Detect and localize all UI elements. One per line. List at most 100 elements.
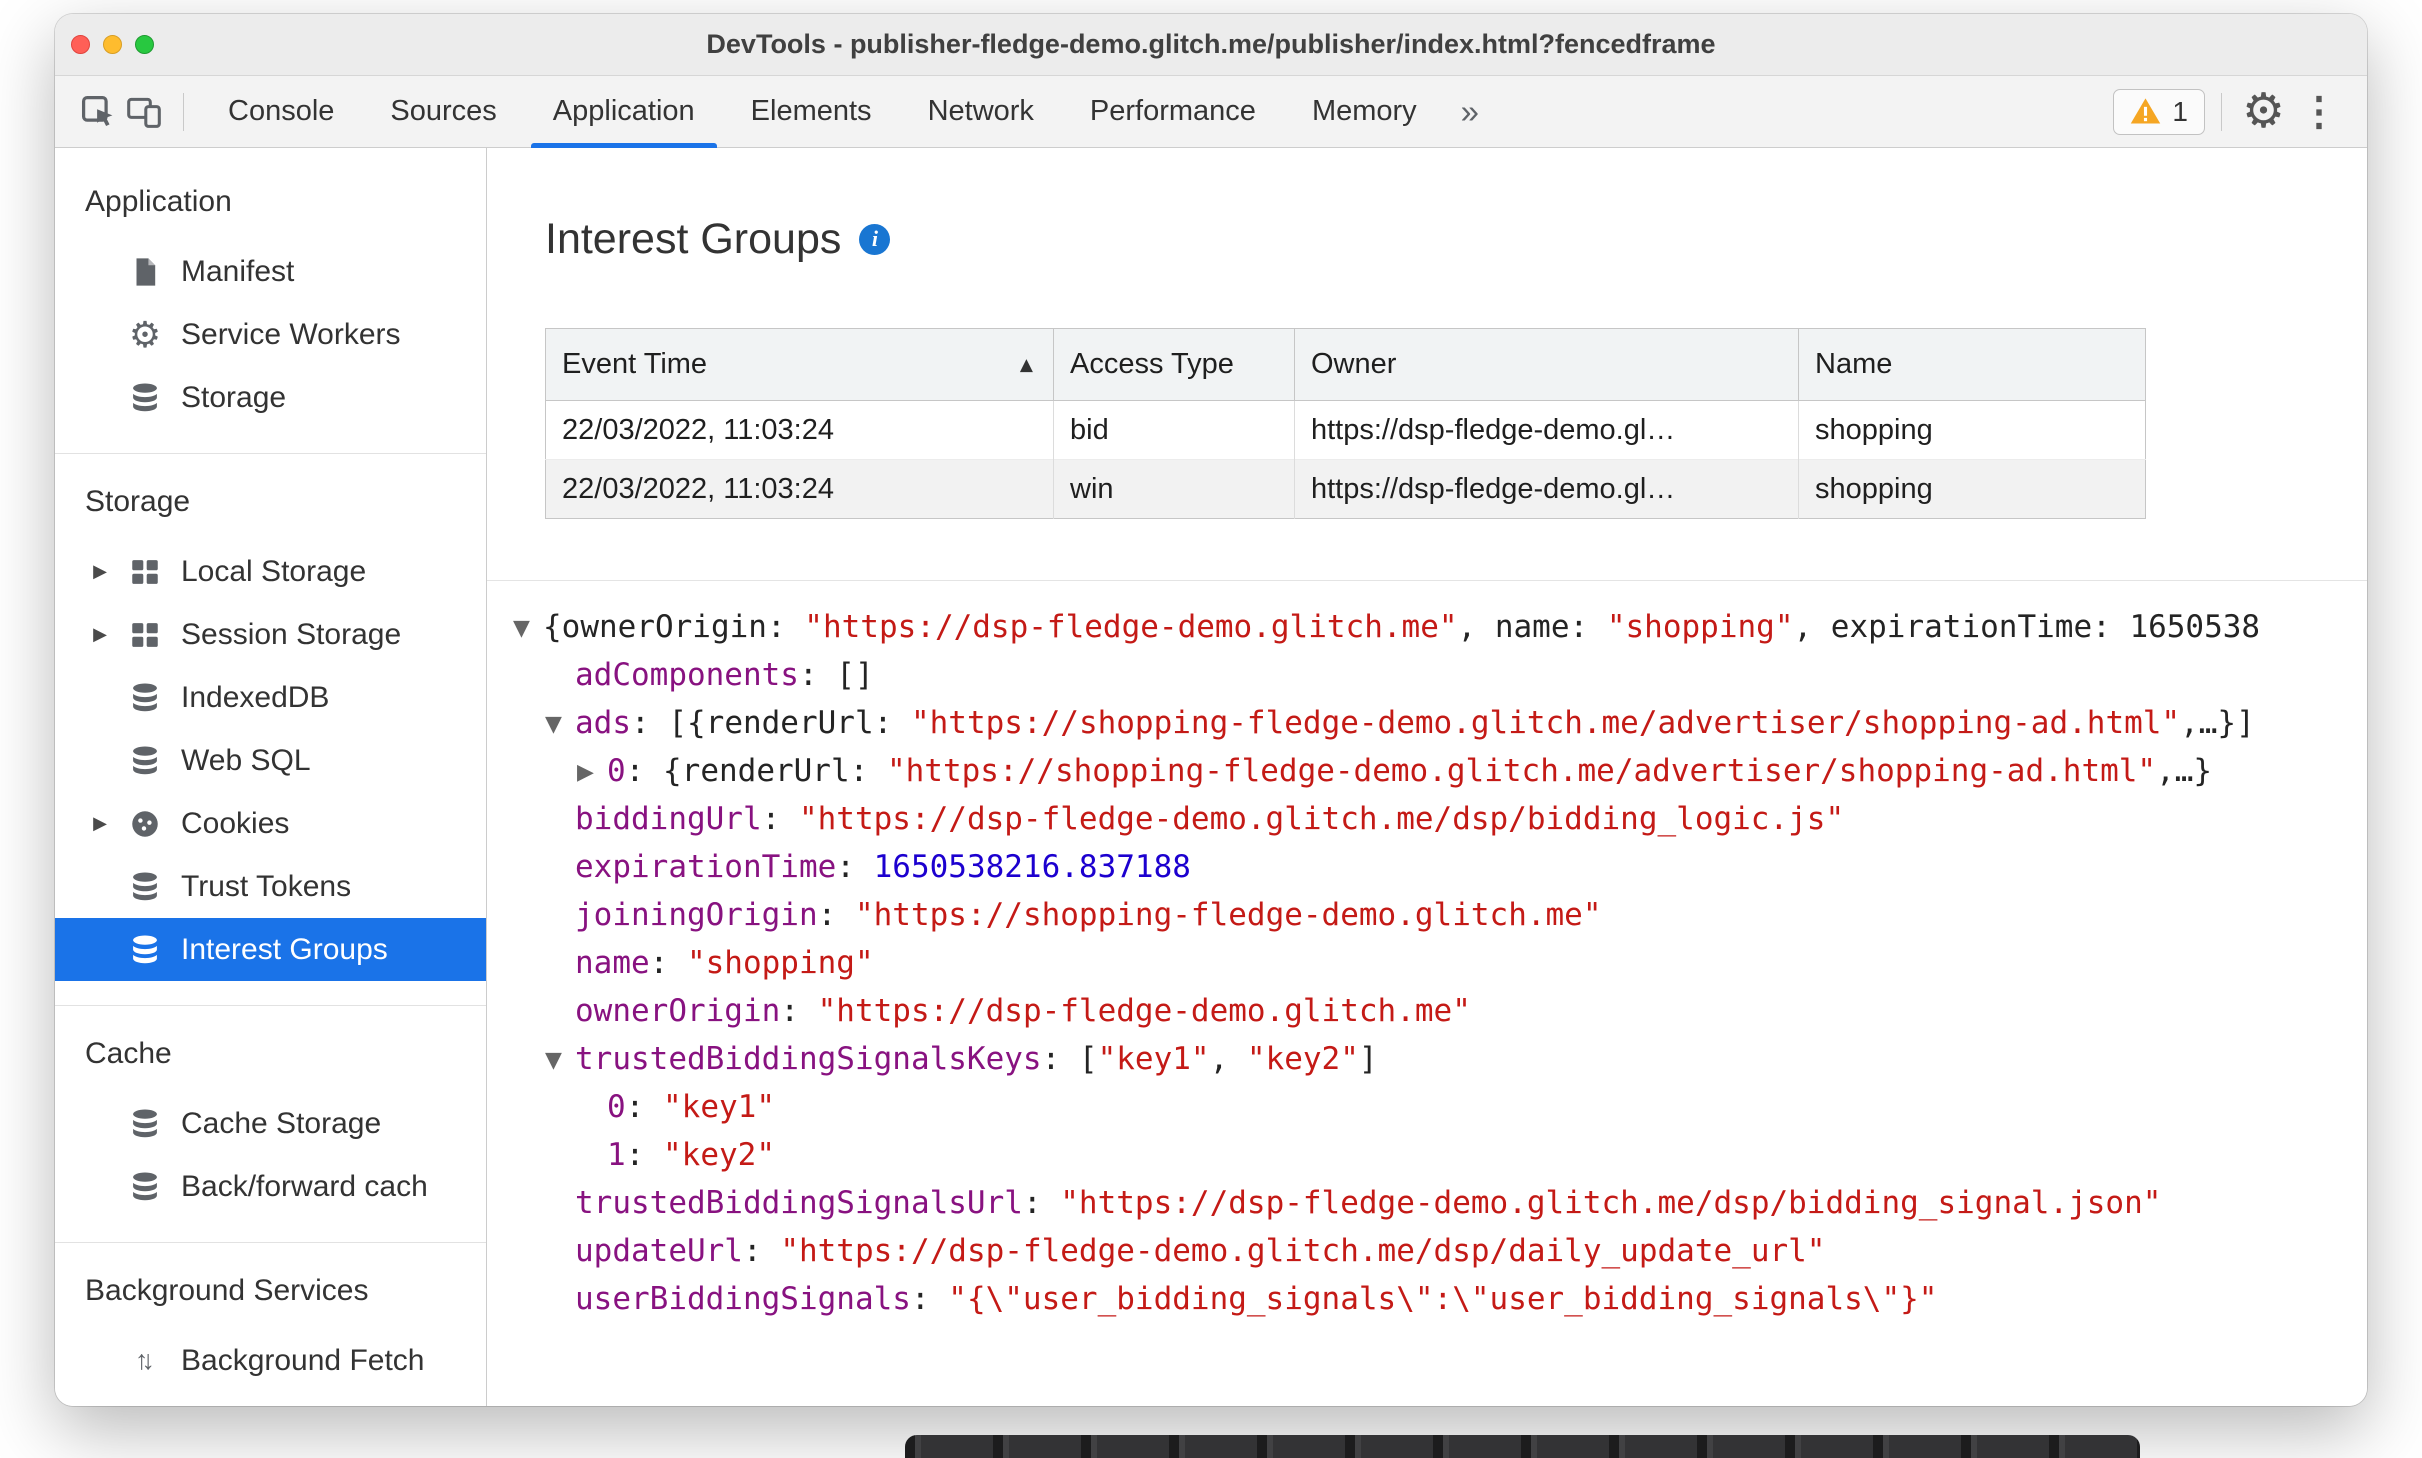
tree-line[interactable]: ▶ 0: {renderUrl: "https://shopping-fledge… [513,747,2367,795]
table-row[interactable]: 22/03/2022, 11:03:24 win https://dsp-fledg… [545,459,2146,519]
expanded-icon[interactable]: ▼ [513,605,543,653]
value-string: "https://shopping-fledge-demo.glitch.me" [854,897,1602,933]
expander-icon[interactable]: ▶ [75,561,125,582]
tab-network[interactable]: Network [900,76,1062,148]
sidebar-item-cookies[interactable]: ▶ Cookies [55,792,486,855]
column-header-label: Name [1815,348,1893,380]
more-options-menu-icon[interactable]: ⋮ [2289,92,2349,132]
sidebar-item-cache-storage[interactable]: Cache Storage [55,1092,486,1155]
value-string: "https://dsp-fledge-demo.glitch.me/dsp/b… [1060,1185,2162,1221]
table-cell: https://dsp-fledge-demo.gl… [1294,459,1799,519]
sidebar-item-manifest[interactable]: Manifest [55,240,486,303]
tree-line[interactable]: trustedBiddingSignalsUrl: "https://dsp-f… [513,1179,2367,1227]
sidebar-item-label: Cookies [181,806,290,840]
tree-line[interactable]: biddingUrl: "https://dsp-fledge-demo.gli… [513,795,2367,843]
sidebar-item-label: Trust Tokens [181,869,352,903]
page-title: Interest Groups i [545,214,2367,264]
sidebar-item-storage[interactable]: Storage [55,366,486,429]
tab-application[interactable]: Application [525,76,723,148]
sidebar-item-indexeddb[interactable]: IndexedDB [55,666,486,729]
table-cell: bid [1053,400,1295,460]
sidebar-item-back-forward-cach[interactable]: Back/forward cach [55,1155,486,1218]
tree-line[interactable]: ▼ ads: [{renderUrl: "https://shopping-fle… [513,699,2367,747]
table-cell: 22/03/2022, 11:03:24 [545,400,1054,460]
value-string: "https://dsp-fledge-demo.glitch.me" [817,993,1471,1029]
traffic-lights [71,14,154,75]
inspect-element-button[interactable] [75,89,121,135]
column-header-name[interactable]: Name [1798,328,2146,401]
section-title: Application [85,185,232,218]
tree-line[interactable]: ▼ trustedBiddingSignalsKeys: ["key1", "ke… [513,1035,2367,1083]
sidebar-item-label: Background Fetch [181,1343,425,1377]
value-plain: , expirationTime: [1793,609,2130,645]
close-button[interactable] [71,35,90,54]
tab-memory[interactable]: Memory [1284,76,1445,148]
sidebar-item-background-fetch[interactable]: ↑↓ Background Fetch [55,1329,486,1392]
expanded-icon[interactable]: ▼ [545,1037,575,1085]
tree-line[interactable]: updateUrl: "https://dsp-fledge-demo.glit… [513,1227,2367,1275]
sidebar-item-local-storage[interactable]: ▶ Local Storage [55,540,486,603]
sidebar-item-label: Service Workers [181,317,401,351]
section-title: Background Services [85,1274,369,1307]
value-key: trustedBiddingSignalsUrl [575,1185,1023,1221]
sidebar-section-background-services: Background Services ↑↓ Background Fetch [55,1242,486,1406]
expander-icon[interactable]: ▶ [75,813,125,834]
window-title: DevTools - publisher-fledge-demo.glitch.… [706,29,1716,59]
column-header-access-type[interactable]: Access Type [1053,328,1295,401]
sidebar-item-web-sql[interactable]: Web SQL [55,729,486,792]
sidebar-item-label: Local Storage [181,554,367,588]
tree-line[interactable]: adComponents: [] [513,651,2367,699]
sidebar-section-cache: Cache Cache Storage Back/forward cach [55,1005,486,1242]
section-title: Storage [85,485,191,518]
issues-count-label: 1 [2172,95,2188,127]
tab-sources[interactable]: Sources [362,76,524,148]
tree-line[interactable]: 1: "key2" [513,1131,2367,1179]
table-row[interactable]: 22/03/2022, 11:03:24 bid https://dsp-fledg… [545,400,2146,460]
value-plain: , [1209,1041,1247,1077]
sidebar-item-session-storage[interactable]: ▶ Session Storage [55,603,486,666]
value-key: 1 [607,1137,626,1173]
column-header-owner[interactable]: Owner [1294,328,1799,401]
value-string: "https://dsp-fledge-demo.glitch.me/dsp/d… [780,1233,1826,1269]
value-string: "shopping" [686,945,874,981]
dock[interactable] [905,1435,2140,1458]
devtools-window: DevTools - publisher-fledge-demo.glitch.… [55,14,2367,1406]
more-tabs-button[interactable]: » [1445,93,1495,131]
table-icon [125,552,165,592]
gear-icon: ⚙ [128,313,162,355]
collapsed-icon[interactable]: ▶ [577,749,607,797]
tab-elements[interactable]: Elements [723,76,900,148]
sidebar-item-interest-groups[interactable]: Interest Groups [55,918,486,981]
tree-line[interactable]: userBiddingSignals: "{\"user_bidding_sig… [513,1275,2367,1323]
value-key: expirationTime [575,849,837,885]
tab-performance[interactable]: Performance [1062,76,1284,148]
tree-line[interactable]: expirationTime: 1650538216.837188 [513,843,2367,891]
value-key: ownerOrigin [575,993,781,1029]
device-toolbar-icon [127,97,161,128]
value-plain: ,…}] [2180,705,2255,741]
tab-console[interactable]: Console [200,76,362,148]
sidebar-item-trust-tokens[interactable]: Trust Tokens [55,855,486,918]
sidebar-item-label: IndexedDB [181,680,330,714]
tree-line[interactable]: 0: "key1" [513,1083,2367,1131]
column-header-event-time[interactable]: Event Time ▲ [545,328,1054,401]
tree-line[interactable]: joiningOrigin: "https://shopping-fledge-… [513,891,2367,939]
sidebar-item-label: Interest Groups [181,932,388,966]
tree-line[interactable]: ownerOrigin: "https://dsp-fledge-demo.gl… [513,987,2367,1035]
sidebar-item-service-workers[interactable]: ⚙ Service Workers [55,303,486,366]
tree-line[interactable]: ▼ {ownerOrigin: "https://dsp-fledge-demo.… [513,603,2367,651]
sidebar-section-storage: Storage ▶ Local Storage ▶ Session Storage Ind… [55,453,486,1005]
expander-icon[interactable]: ▶ [75,624,125,645]
value-plain: : [] [798,657,874,693]
tree-line[interactable]: name: "shopping" [513,939,2367,987]
table-icon [125,615,165,655]
inspect-cursor-icon [81,95,113,126]
minimize-button[interactable] [103,35,122,54]
settings-gear-icon[interactable]: ⚙ [2238,87,2289,136]
device-toolbar-button[interactable] [121,89,167,135]
issues-counter[interactable]: 1 [2113,88,2205,135]
zoom-button[interactable] [135,35,154,54]
info-icon[interactable]: i [859,223,891,255]
table-cell: 22/03/2022, 11:03:24 [545,459,1054,519]
expanded-icon[interactable]: ▼ [545,701,575,749]
